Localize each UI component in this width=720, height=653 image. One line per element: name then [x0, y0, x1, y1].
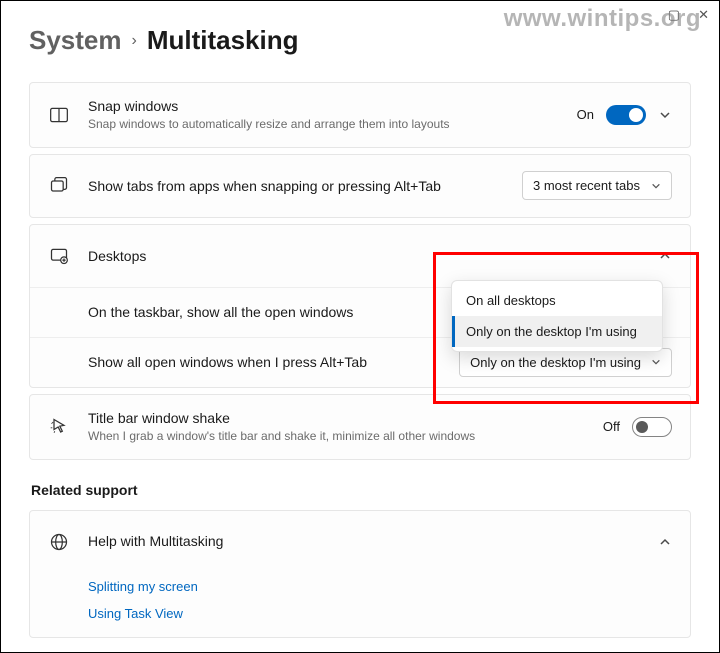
- shake-state-label: Off: [603, 419, 620, 434]
- chevron-up-icon[interactable]: [658, 535, 672, 549]
- snap-layout-icon: [48, 104, 70, 126]
- watermark: www.wintips.org: [504, 5, 701, 33]
- globe-icon: [48, 531, 70, 553]
- title-shake-card: Title bar window shake When I grab a win…: [29, 394, 691, 460]
- snap-state-label: On: [577, 107, 594, 122]
- related-support-header: Related support: [31, 482, 691, 498]
- chevron-down-icon[interactable]: [658, 108, 672, 122]
- dropdown-option-all-desktops[interactable]: On all desktops: [452, 285, 662, 316]
- shake-title: Title bar window shake: [88, 409, 603, 427]
- desktops-taskbar-label: On the taskbar, show all the open window…: [88, 303, 462, 321]
- desktops-header-row[interactable]: Desktops: [30, 225, 690, 287]
- show-tabs-card: Show tabs from apps when snapping or pre…: [29, 154, 691, 218]
- breadcrumb-parent[interactable]: System: [29, 25, 122, 56]
- help-title: Help with Multitasking: [88, 532, 658, 550]
- desktops-title: Desktops: [88, 247, 658, 265]
- help-card: Help with Multitasking Splitting my scre…: [29, 510, 691, 638]
- chevron-up-icon[interactable]: [658, 249, 672, 263]
- snap-title: Snap windows: [88, 97, 577, 115]
- tabs-title: Show tabs from apps when snapping or pre…: [88, 177, 522, 195]
- help-link-splitting[interactable]: Splitting my screen: [30, 573, 690, 600]
- desktops-alttab-label: Show all open windows when I press Alt+T…: [88, 353, 459, 371]
- help-link-taskview[interactable]: Using Task View: [30, 600, 690, 627]
- help-header-row[interactable]: Help with Multitasking: [30, 511, 690, 573]
- snap-windows-card[interactable]: Snap windows Snap windows to automatical…: [29, 82, 691, 148]
- desktops-icon: [48, 245, 70, 267]
- chevron-right-icon: ›: [132, 32, 137, 50]
- snap-toggle[interactable]: [606, 105, 646, 125]
- cursor-shake-icon: [48, 416, 70, 438]
- snap-subtitle: Snap windows to automatically resize and…: [88, 117, 577, 133]
- tabs-icon: [48, 175, 70, 197]
- desktops-alttab-dropdown[interactable]: Only on the desktop I'm using: [459, 348, 672, 377]
- tabs-dropdown[interactable]: 3 most recent tabs: [522, 171, 672, 200]
- dropdown-option-only-current[interactable]: Only on the desktop I'm using: [452, 316, 662, 347]
- shake-subtitle: When I grab a window's title bar and sha…: [88, 429, 603, 445]
- shake-toggle[interactable]: [632, 417, 672, 437]
- desktops-alttab-value: Only on the desktop I'm using: [470, 355, 641, 370]
- desktops-taskbar-dropdown-menu[interactable]: On all desktops Only on the desktop I'm …: [451, 280, 663, 352]
- tabs-dropdown-value: 3 most recent tabs: [533, 178, 640, 193]
- page-title: Multitasking: [147, 25, 299, 56]
